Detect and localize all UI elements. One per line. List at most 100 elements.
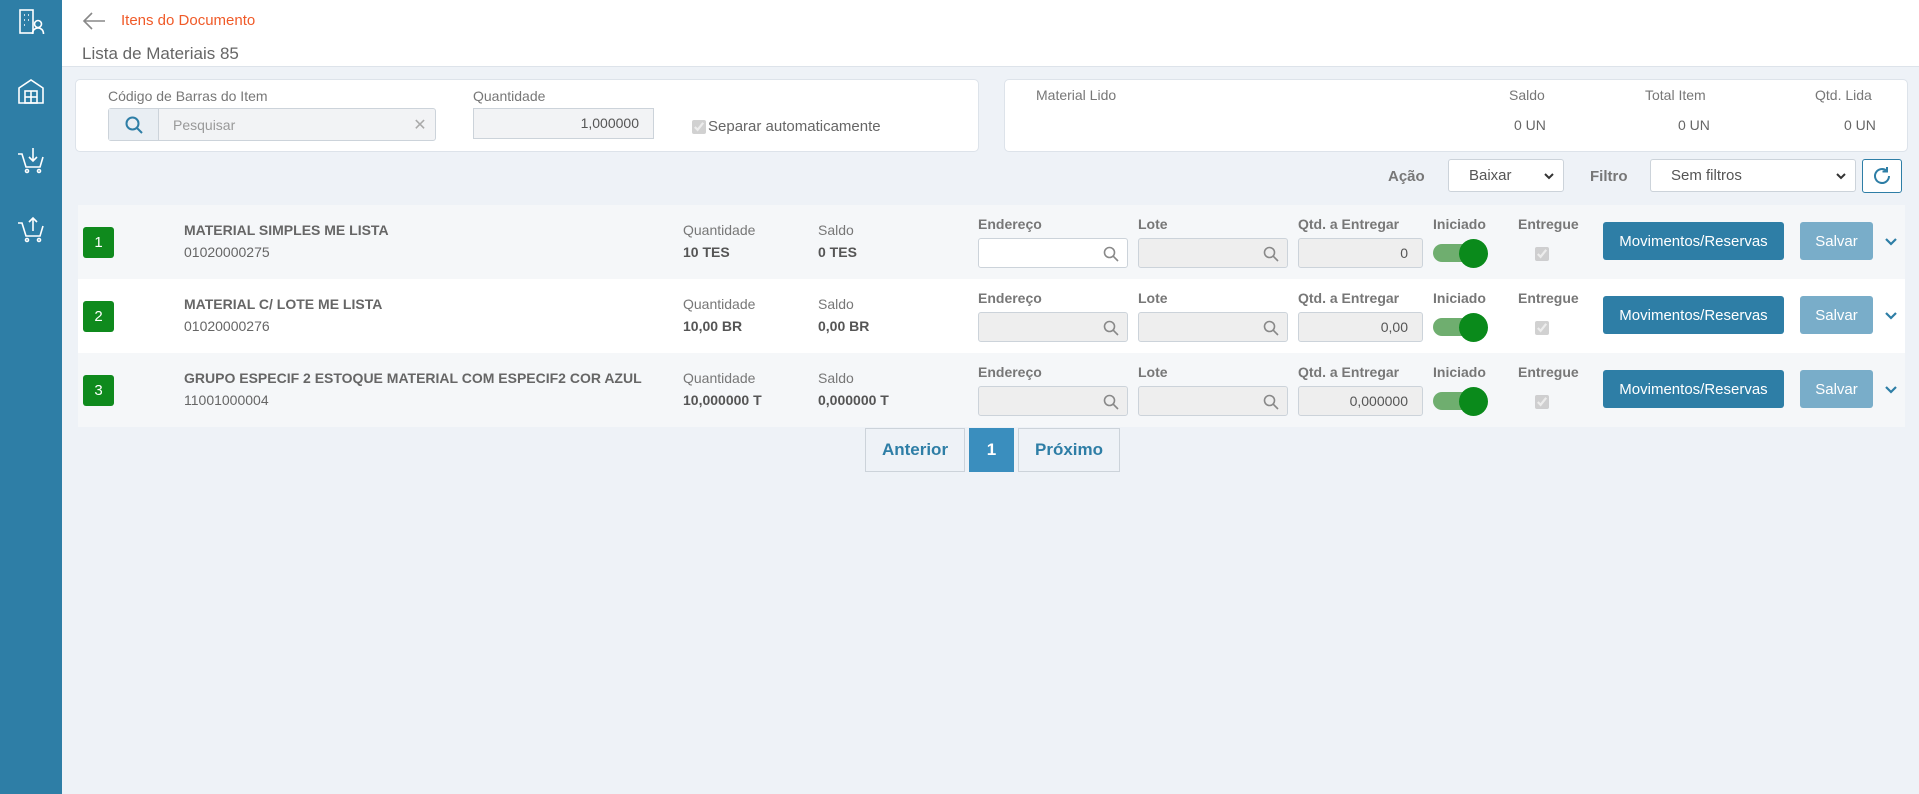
- clear-icon[interactable]: ✕: [405, 109, 435, 140]
- lote-label: Lote: [1138, 216, 1168, 232]
- page-header: Itens do Documento Lista de Materiais 85: [62, 0, 1919, 67]
- cart-up-icon[interactable]: [15, 213, 47, 245]
- iniciado-toggle[interactable]: [1433, 387, 1488, 416]
- material-code: 01020000276: [184, 318, 270, 334]
- material-code: 01020000275: [184, 244, 270, 260]
- quantidade-value: 10 TES: [683, 244, 730, 260]
- page-title: Lista de Materiais 85: [82, 44, 239, 63]
- action-label: Ação: [1388, 168, 1425, 185]
- endereco-label: Endereço: [978, 290, 1042, 306]
- qtd-entregar-input[interactable]: 0,00: [1298, 312, 1423, 342]
- table-row: 2 MATERIAL C/ LOTE ME LISTA 01020000276 Qua…: [78, 279, 1905, 353]
- entregue-label: Entregue: [1518, 216, 1579, 232]
- filter-select[interactable]: Sem filtros: [1650, 159, 1856, 192]
- material-name: MATERIAL C/ LOTE ME LISTA: [184, 296, 383, 312]
- save-button[interactable]: Salvar: [1800, 370, 1873, 408]
- action-select[interactable]: Baixar: [1448, 159, 1564, 192]
- qtd-lida-label: Qtd. Lida: [1815, 87, 1872, 103]
- qtd-entregar-input[interactable]: 0: [1298, 238, 1423, 268]
- iniciado-label: Iniciado: [1433, 216, 1486, 232]
- saldo-value: 0,00 BR: [818, 318, 870, 334]
- qtd-entregar-input[interactable]: 0,000000: [1298, 386, 1423, 416]
- movements-reservations-button[interactable]: Movimentos/Reservas: [1603, 222, 1784, 260]
- qtd-entregar-label: Qtd. a Entregar: [1298, 216, 1400, 232]
- quantidade-label: Quantidade: [683, 222, 756, 238]
- lote-label: Lote: [1138, 290, 1168, 306]
- saldo-value: 0,000000 T: [818, 392, 889, 408]
- search-icon: [125, 116, 143, 134]
- qtd-lida-value: 0 UN: [1844, 117, 1876, 133]
- chevron-down-icon[interactable]: [1883, 381, 1899, 397]
- endereco-field[interactable]: [978, 312, 1128, 342]
- iniciado-label: Iniciado: [1433, 290, 1486, 306]
- scan-panel: Código de Barras do Item ✕ Quantidade 1,…: [75, 79, 979, 152]
- breadcrumb[interactable]: Itens do Documento: [121, 12, 255, 29]
- refresh-button[interactable]: [1862, 159, 1902, 193]
- save-button[interactable]: Salvar: [1800, 296, 1873, 334]
- auto-separate-option[interactable]: Separar automaticamente: [692, 118, 881, 135]
- lote-field[interactable]: [1138, 312, 1288, 342]
- pagination-prev[interactable]: Anterior: [865, 428, 965, 472]
- pagination-next[interactable]: Próximo: [1018, 428, 1120, 472]
- barcode-search: ✕: [108, 108, 436, 141]
- iniciado-toggle[interactable]: [1433, 313, 1488, 342]
- material-code: 11001000004: [184, 392, 269, 408]
- filter-value: Sem filtros: [1671, 167, 1742, 184]
- entregue-checkbox[interactable]: [1535, 321, 1549, 335]
- barcode-input[interactable]: [159, 109, 405, 140]
- iniciado-toggle[interactable]: [1433, 239, 1488, 268]
- filter-label: Filtro: [1590, 168, 1628, 185]
- endereco-field[interactable]: [978, 386, 1128, 416]
- pagination-page-1[interactable]: 1: [969, 428, 1014, 472]
- chevron-down-icon[interactable]: [1883, 233, 1899, 249]
- quantidade-value: 10,000000 T: [683, 392, 762, 408]
- save-button[interactable]: Salvar: [1800, 222, 1873, 260]
- iniciado-label: Iniciado: [1433, 364, 1486, 380]
- total-item-value: 0 UN: [1678, 117, 1710, 133]
- saldo-label: Saldo: [818, 370, 854, 386]
- lote-label: Lote: [1138, 364, 1168, 380]
- chevron-down-icon[interactable]: [1883, 307, 1899, 323]
- lote-field[interactable]: [1138, 238, 1288, 268]
- quantidade-label: Quantidade: [683, 296, 756, 312]
- qtd-entregar-label: Qtd. a Entregar: [1298, 290, 1400, 306]
- material-name: MATERIAL SIMPLES ME LISTA: [184, 222, 389, 238]
- material-read-label: Material Lido: [1036, 87, 1117, 103]
- cart-down-icon[interactable]: [15, 144, 47, 176]
- row-number-badge: 3: [83, 375, 114, 406]
- refresh-icon: [1874, 167, 1890, 184]
- endereco-label: Endereço: [978, 364, 1042, 380]
- chevron-down-icon: [1836, 172, 1846, 179]
- endereco-field[interactable]: [978, 238, 1128, 268]
- back-arrow-icon[interactable]: [82, 10, 106, 32]
- auto-separate-label: Separar automaticamente: [708, 118, 881, 135]
- warehouse-icon[interactable]: [15, 75, 47, 107]
- quantity-label: Quantidade: [473, 88, 546, 104]
- movements-reservations-button[interactable]: Movimentos/Reservas: [1603, 370, 1784, 408]
- entregue-label: Entregue: [1518, 290, 1579, 306]
- summary-panel: Material Lido Saldo Total Item Qtd. Lida…: [1004, 79, 1908, 152]
- action-value: Baixar: [1469, 167, 1512, 184]
- quantidade-value: 10,00 BR: [683, 318, 743, 334]
- sidebar: [0, 0, 62, 794]
- row-number-badge: 1: [83, 227, 114, 258]
- entregue-checkbox[interactable]: [1535, 247, 1549, 261]
- endereco-label: Endereço: [978, 216, 1042, 232]
- entregue-checkbox[interactable]: [1535, 395, 1549, 409]
- table-row: 1 MATERIAL SIMPLES ME LISTA 01020000275 Qua…: [78, 205, 1905, 279]
- chevron-down-icon: [1544, 172, 1554, 179]
- auto-separate-checkbox[interactable]: [692, 119, 706, 134]
- building-user-icon[interactable]: [15, 6, 47, 38]
- barcode-label: Código de Barras do Item: [108, 88, 268, 104]
- lote-field[interactable]: [1138, 386, 1288, 416]
- material-name: GRUPO ESPECIF 2 ESTOQUE MATERIAL COM ESP…: [184, 370, 642, 386]
- entregue-label: Entregue: [1518, 364, 1579, 380]
- saldo-value: 0 UN: [1514, 117, 1546, 133]
- total-item-label: Total Item: [1645, 87, 1706, 103]
- saldo-label: Saldo: [1509, 87, 1545, 103]
- saldo-label: Saldo: [818, 222, 854, 238]
- movements-reservations-button[interactable]: Movimentos/Reservas: [1603, 296, 1784, 334]
- saldo-value: 0 TES: [818, 244, 857, 260]
- quantity-input[interactable]: 1,000000: [473, 108, 654, 139]
- search-button[interactable]: [109, 109, 159, 140]
